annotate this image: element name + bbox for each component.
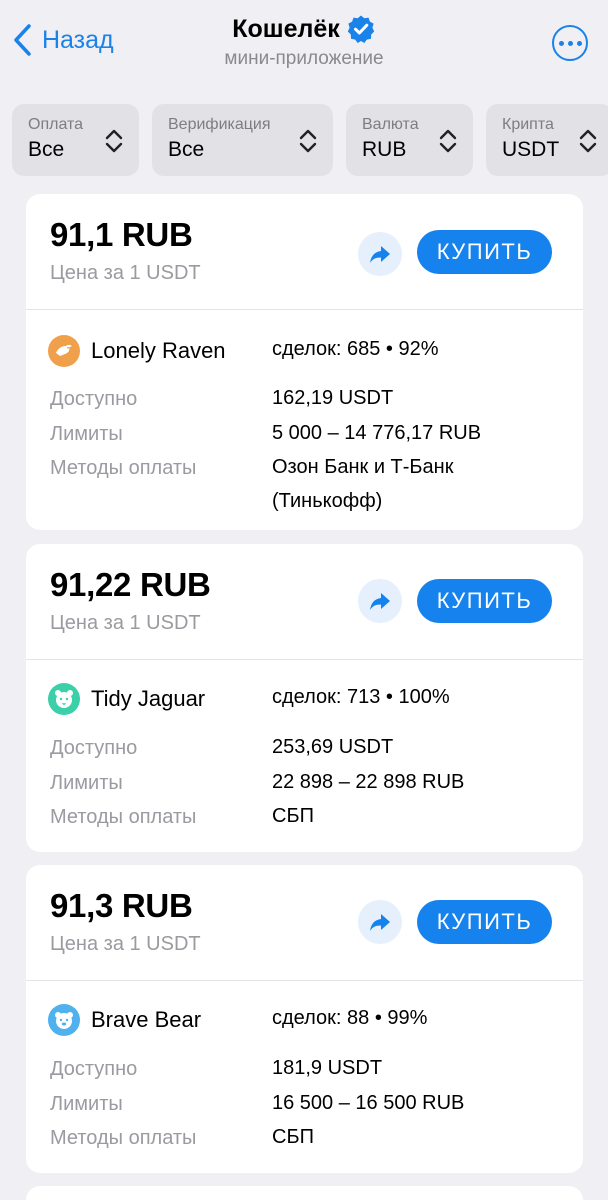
seller-name: Lonely Raven	[91, 338, 226, 363]
payment-method-line: СБП	[272, 805, 314, 827]
bear-icon	[48, 1004, 80, 1036]
limits-label: Лимиты	[50, 772, 123, 794]
offer-price: 91,1 RUB	[50, 216, 193, 253]
share-button[interactable]	[358, 900, 402, 944]
dot-icon	[567, 40, 573, 46]
buy-button[interactable]: КУПИТЬ	[417, 900, 552, 944]
dot-icon	[576, 40, 582, 46]
raven-icon	[48, 335, 80, 367]
filter-bar: Оплата Все Верификация Все Валюта RUB Кр…	[12, 104, 608, 176]
limits-value: 22 898 – 22 898 RUB	[272, 771, 465, 793]
share-button[interactable]	[358, 579, 402, 623]
share-arrow-icon	[370, 593, 390, 610]
divider	[26, 309, 583, 310]
payment-methods-value: СБП	[272, 1120, 562, 1154]
offer-card: 91,1 RUB Цена за 1 USDT КУПИТЬ Lonely Ra…	[26, 194, 583, 530]
limits-label: Лимиты	[50, 423, 123, 445]
title-block: Кошелёк мини-приложение	[0, 14, 608, 70]
filter-currency[interactable]: Валюта RUB	[346, 104, 473, 176]
page-title: Кошелёк	[232, 14, 340, 43]
share-button[interactable]	[358, 232, 402, 276]
chevron-up-down-icon	[439, 129, 457, 153]
available-label: Доступно	[50, 737, 138, 759]
available-value: 162,19 USDT	[272, 387, 394, 409]
available-value: 181,9 USDT	[272, 1057, 383, 1079]
jaguar-icon	[48, 683, 80, 715]
verified-badge-icon	[346, 14, 376, 44]
offer-price: 91,3 RUB	[50, 887, 193, 924]
offer-card-partial	[26, 1186, 583, 1200]
page-subtitle: мини-приложение	[224, 48, 384, 69]
share-arrow-icon	[370, 914, 390, 931]
price-caption: Цена за 1 USDT	[50, 612, 201, 634]
buy-button[interactable]: КУПИТЬ	[417, 579, 552, 623]
seller-name: Brave Bear	[91, 1007, 202, 1032]
payment-methods-label: Методы оплаты	[50, 806, 197, 828]
limits-label: Лимиты	[50, 1093, 123, 1115]
top-bar: Назад Кошелёк мини-приложение	[0, 0, 608, 96]
seller-link[interactable]: Brave Bear	[48, 1004, 201, 1036]
chevron-up-down-icon	[579, 129, 597, 153]
payment-methods-label: Методы оплаты	[50, 1127, 197, 1149]
deals-stats: сделок: 713 • 100%	[272, 686, 450, 708]
filter-payment[interactable]: Оплата Все	[12, 104, 139, 176]
chevron-up-down-icon	[105, 129, 123, 153]
seller-link[interactable]: Tidy Jaguar	[48, 683, 205, 715]
available-value: 253,69 USDT	[272, 736, 394, 758]
offer-card: 91,3 RUB Цена за 1 USDT КУПИТЬ Brave Bea…	[26, 865, 583, 1173]
divider	[26, 980, 583, 981]
deals-stats: сделок: 88 • 99%	[272, 1007, 428, 1029]
payment-methods-value: СБП	[272, 799, 562, 833]
payment-methods-label: Методы оплаты	[50, 457, 197, 479]
price-caption: Цена за 1 USDT	[50, 262, 201, 284]
chevron-up-down-icon	[299, 129, 317, 153]
offer-price: 91,22 RUB	[50, 566, 211, 603]
payment-method-line: СБП	[272, 1126, 314, 1148]
seller-link[interactable]: Lonely Raven	[48, 335, 226, 367]
more-options-button[interactable]	[552, 25, 588, 61]
payment-method-line: (Тинькофф)	[272, 490, 383, 512]
divider	[26, 659, 583, 660]
buy-button[interactable]: КУПИТЬ	[417, 230, 552, 274]
available-label: Доступно	[50, 1058, 138, 1080]
payment-method-line: Озон Банк и Т-Банк	[272, 456, 454, 478]
filter-verification[interactable]: Верификация Все	[152, 104, 333, 176]
filter-crypto[interactable]: Крипта USDT	[486, 104, 608, 176]
price-caption: Цена за 1 USDT	[50, 933, 201, 955]
dot-icon	[558, 40, 564, 46]
seller-name: Tidy Jaguar	[91, 686, 206, 711]
payment-methods-value: Озон Банк и Т-Банк (Тинькофф)	[272, 450, 562, 518]
limits-value: 5 000 – 14 776,17 RUB	[272, 422, 482, 444]
share-arrow-icon	[370, 246, 390, 263]
limits-value: 16 500 – 16 500 RUB	[272, 1092, 465, 1114]
offer-card: 91,22 RUB Цена за 1 USDT КУПИТЬ Tidy Jag…	[26, 544, 583, 852]
deals-stats: сделок: 685 • 92%	[272, 338, 439, 360]
available-label: Доступно	[50, 388, 138, 410]
